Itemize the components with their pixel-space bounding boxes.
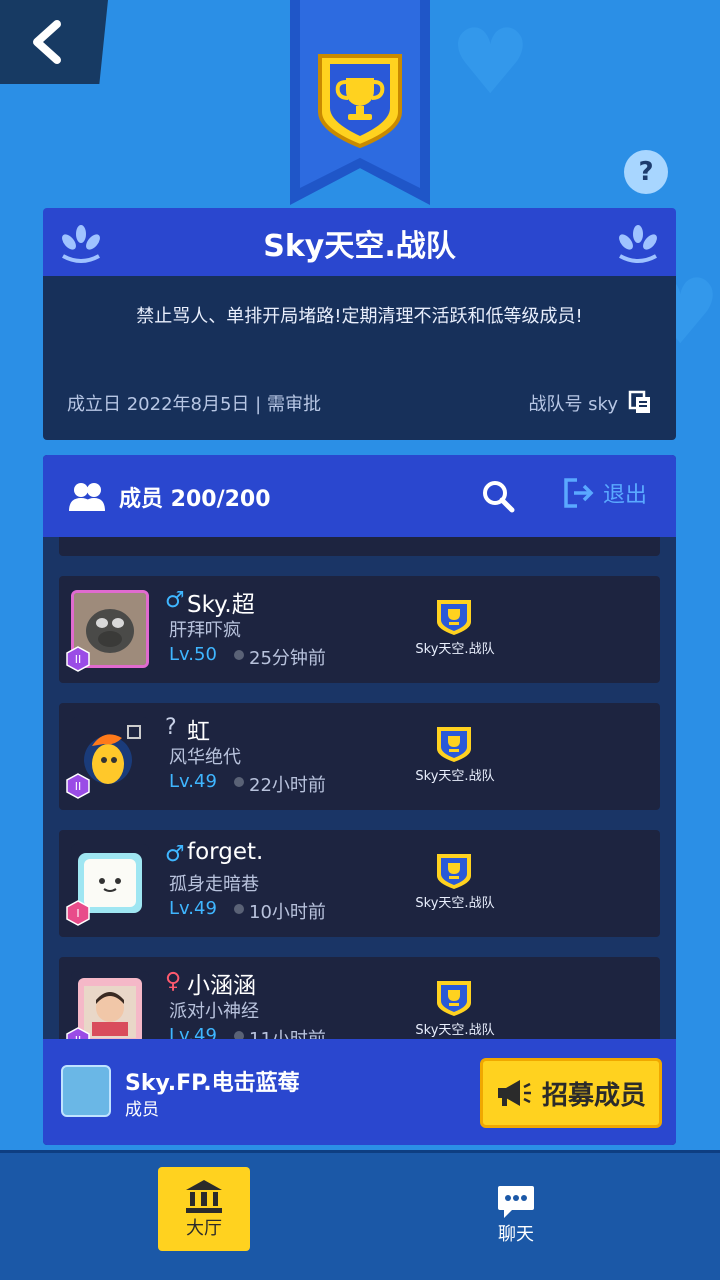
member-row[interactable]: II ♀ 小涵涵 派对小神经 Lv.49 11小时前 Sky天空.战队 (59, 957, 660, 1039)
self-avatar[interactable] (61, 1065, 111, 1117)
team-badge-icon (437, 600, 471, 635)
members-header: 成员 200/200 退出 (43, 455, 676, 537)
status-dot (234, 904, 244, 914)
nav-hall-label: 大厅 (186, 1218, 222, 1239)
status-dot (234, 777, 244, 787)
gender-male-icon: ♂ (165, 842, 185, 867)
member-level: Lv.49 (169, 898, 217, 919)
team-info-body: 禁止骂人、单排开局堵路!定期清理不活跃和低等级成员! 成立日 2022年8月5日… (43, 276, 676, 440)
member-level: Lv.50 (169, 644, 217, 665)
members-count-title: 成员 200/200 (119, 487, 271, 512)
recruit-label: 招募成员 (541, 1080, 646, 1111)
member-last-seen: 22小时前 (249, 775, 326, 796)
rank-gem-icon: I (66, 900, 90, 926)
megaphone-icon (497, 1080, 531, 1106)
team-badge-icon (437, 854, 471, 889)
back-button[interactable] (0, 0, 108, 84)
hall-building-icon (186, 1180, 222, 1213)
help-button[interactable]: ? (624, 150, 668, 194)
member-signature: 风华绝代 (169, 747, 241, 768)
member-level: Lv.49 (169, 1025, 217, 1039)
member-team-name: Sky天空.战队 (415, 896, 495, 911)
team-founded-date: 成立日 2022年8月5日 | 需审批 (67, 394, 321, 415)
member-signature: 肝拜吓疯 (169, 620, 241, 641)
status-dot (234, 650, 244, 660)
chat-bubble-icon (498, 1186, 534, 1218)
nav-chat-tab[interactable]: 聊天 (470, 1173, 562, 1257)
self-member-bar: Sky.FP.电击蓝莓 成员 招募成员 (43, 1039, 676, 1145)
team-name: Sky天空.战队 (263, 229, 456, 264)
copy-icon[interactable] (628, 390, 652, 414)
rank-gem-icon: II (66, 1027, 90, 1039)
gender-male-icon: ♂ (165, 588, 185, 613)
team-motto: 禁止骂人、单排开局堵路!定期清理不活跃和低等级成员! (136, 306, 583, 327)
member-name: forget. (187, 839, 264, 865)
status-dot (234, 1031, 244, 1039)
svg-text:II: II (75, 653, 82, 666)
bottom-navigation: 大厅 聊天 (0, 1150, 720, 1280)
team-id: 战队号 sky (528, 394, 618, 415)
member-signature: 派对小神经 (169, 1001, 259, 1022)
rank-gem-icon: II (66, 773, 90, 799)
member-last-seen: 11小时前 (249, 1025, 326, 1039)
member-name: Sky.超 (187, 592, 255, 618)
member-name: 小涵涵 (187, 973, 256, 999)
rank-gem-icon: II (66, 646, 90, 672)
laurel-icon (62, 225, 100, 263)
team-badge-icon (437, 981, 471, 1016)
svg-text:I: I (76, 907, 79, 920)
exit-label: 退出 (603, 483, 648, 508)
member-row[interactable]: II ♂ Sky.超 肝拜吓疯 Lv.50 25分钟前 Sky天空.战队 (59, 576, 660, 683)
people-icon (69, 483, 105, 511)
trophy-badge-icon (318, 54, 402, 149)
chevron-left-icon (33, 20, 61, 64)
recruit-members-button[interactable]: 招募成员 (480, 1058, 662, 1128)
member-row[interactable]: II ? 虹 风华绝代 Lv.49 22小时前 Sky天空.战队 (59, 703, 660, 810)
nav-hall-tab[interactable]: 大厅 (158, 1167, 250, 1251)
member-last-seen: 10小时前 (249, 902, 326, 923)
self-name: Sky.FP.电击蓝莓 (125, 1071, 300, 1096)
self-role: 成员 (125, 1100, 159, 1120)
member-name: 虹 (187, 719, 210, 745)
member-last-seen: 25分钟前 (249, 648, 326, 669)
member-row[interactable]: I ♂ forget. 孤身走暗巷 Lv.49 10小时前 Sky天空.战队 (59, 830, 660, 937)
nav-chat-label: 聊天 (498, 1224, 534, 1245)
gender-unknown-icon: ? (165, 715, 177, 740)
svg-text:II: II (75, 780, 82, 793)
member-level: Lv.49 (169, 771, 217, 792)
exit-team-button[interactable]: 退出 (563, 477, 647, 509)
background-heart-decoration: ♥ (450, 10, 531, 115)
members-list[interactable]: II ♂ Sky.超 肝拜吓疯 Lv.50 25分钟前 Sky天空.战队 II … (43, 537, 676, 1039)
exit-icon (564, 478, 594, 508)
team-badge-icon (437, 727, 471, 762)
member-team-name: Sky天空.战队 (415, 642, 495, 657)
member-team-name: Sky天空.战队 (415, 1023, 495, 1038)
member-row-partial[interactable] (59, 537, 660, 556)
search-icon[interactable] (481, 479, 515, 513)
laurel-icon (619, 225, 657, 263)
gender-female-icon: ♀ (165, 969, 182, 994)
team-name-header: Sky天空.战队 (43, 208, 676, 278)
member-team-name: Sky天空.战队 (415, 769, 495, 784)
member-signature: 孤身走暗巷 (169, 874, 259, 895)
